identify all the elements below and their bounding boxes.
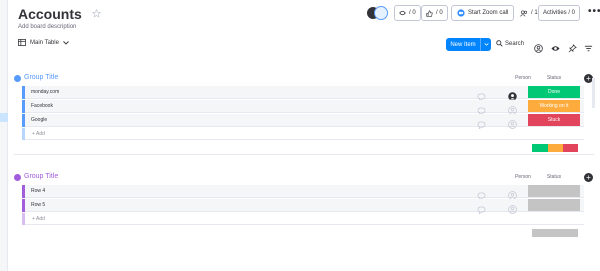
group-header: Group Title Person Status + xyxy=(14,173,594,185)
eye-icon[interactable] xyxy=(551,40,560,58)
summary-segment-working xyxy=(547,144,563,152)
row-color-bar xyxy=(22,114,25,127)
search-icon xyxy=(496,40,503,47)
members-icon xyxy=(520,10,528,17)
table-row[interactable]: Facebook Working on it xyxy=(22,100,584,116)
item-name[interactable]: Facebook xyxy=(31,103,53,109)
group-title[interactable]: Group Title xyxy=(24,173,58,180)
more-options-button[interactable]: ••• xyxy=(588,7,600,17)
chevron-down-icon xyxy=(63,40,69,45)
status-summary xyxy=(532,144,578,152)
activities-button[interactable]: Activities / 0 xyxy=(538,5,581,21)
thumb-icon xyxy=(426,9,433,17)
table-icon xyxy=(18,39,26,46)
add-item-row[interactable]: + Add xyxy=(22,128,584,140)
column-header-status[interactable]: Status xyxy=(527,174,581,180)
group-title[interactable]: Group Title xyxy=(24,74,58,81)
board-header: Accounts xyxy=(18,5,102,23)
sidebar-marker xyxy=(0,113,8,122)
group-collapse-icon[interactable] xyxy=(14,75,21,86)
item-name[interactable]: Row 5 xyxy=(31,202,45,208)
summary-segment-done xyxy=(532,144,548,152)
group-divider xyxy=(14,154,594,155)
group-header: Group Title Person Status + xyxy=(14,74,594,86)
column-header-status[interactable]: Status xyxy=(527,75,581,81)
person-filter-icon[interactable] xyxy=(534,40,543,58)
row-color-bar xyxy=(22,86,25,99)
item-name[interactable]: monday.com xyxy=(31,89,59,95)
row-color-bar xyxy=(22,185,25,198)
members-count: / 1 xyxy=(531,10,538,16)
scrollbar[interactable] xyxy=(592,78,595,108)
status-cell[interactable]: Working on it xyxy=(528,100,580,112)
likes-button[interactable]: / 0 xyxy=(421,5,448,21)
table-row[interactable]: monday.com Done xyxy=(22,86,584,102)
summary-segment-stuck xyxy=(562,144,578,152)
row-color-bar xyxy=(22,213,25,225)
zoom-button[interactable]: Start Zoom call xyxy=(451,5,515,21)
likes-count: / 0 xyxy=(436,10,443,16)
status-cell[interactable] xyxy=(528,199,580,211)
invite-avatar-icon[interactable] xyxy=(374,6,388,20)
left-sidebar xyxy=(0,0,8,271)
status-summary xyxy=(532,229,578,237)
status-cell[interactable] xyxy=(528,185,580,197)
eye-icon xyxy=(399,10,406,16)
seen-button[interactable]: / 0 xyxy=(394,5,421,21)
board-title[interactable]: Accounts xyxy=(18,6,82,22)
view-selector[interactable]: Main Table xyxy=(18,39,69,46)
new-item-dropdown-icon[interactable] xyxy=(480,38,491,51)
new-item-label: New Item xyxy=(450,41,476,48)
group-collapse-icon[interactable] xyxy=(14,174,21,185)
item-name[interactable]: Google xyxy=(31,117,47,123)
status-cell[interactable]: Stuck xyxy=(528,114,580,126)
summary-segment-empty xyxy=(532,229,578,237)
add-item-input[interactable]: + Add xyxy=(32,131,45,137)
seen-count: / 0 xyxy=(409,10,416,16)
activities-label: Activities / 0 xyxy=(543,10,576,16)
search-label: Search xyxy=(505,40,525,47)
star-icon[interactable] xyxy=(92,5,102,23)
row-color-bar xyxy=(22,128,25,140)
row-color-bar xyxy=(22,100,25,113)
add-item-row[interactable]: + Add xyxy=(22,213,584,225)
add-column-button[interactable]: + xyxy=(584,173,593,182)
video-icon xyxy=(457,9,465,17)
view-label: Main Table xyxy=(30,39,59,46)
board-toolbar: Main Table New Item Search xyxy=(18,38,593,53)
add-item-input[interactable]: + Add xyxy=(32,216,45,222)
zoom-label: Start Zoom call xyxy=(468,10,509,16)
new-item-button[interactable]: New Item xyxy=(446,38,491,51)
status-cell[interactable]: Done xyxy=(528,86,580,98)
pin-icon[interactable] xyxy=(568,40,577,58)
table-row[interactable]: Row 5 xyxy=(22,199,584,215)
row-color-bar xyxy=(22,199,25,212)
filter-icon[interactable] xyxy=(584,40,593,58)
board-description[interactable]: Add board description xyxy=(18,24,76,30)
search-button[interactable]: Search xyxy=(496,40,524,47)
table-row[interactable]: Google Stuck xyxy=(22,114,584,130)
table-row[interactable]: Row 4 xyxy=(22,185,584,201)
item-name[interactable]: Row 4 xyxy=(31,188,45,194)
